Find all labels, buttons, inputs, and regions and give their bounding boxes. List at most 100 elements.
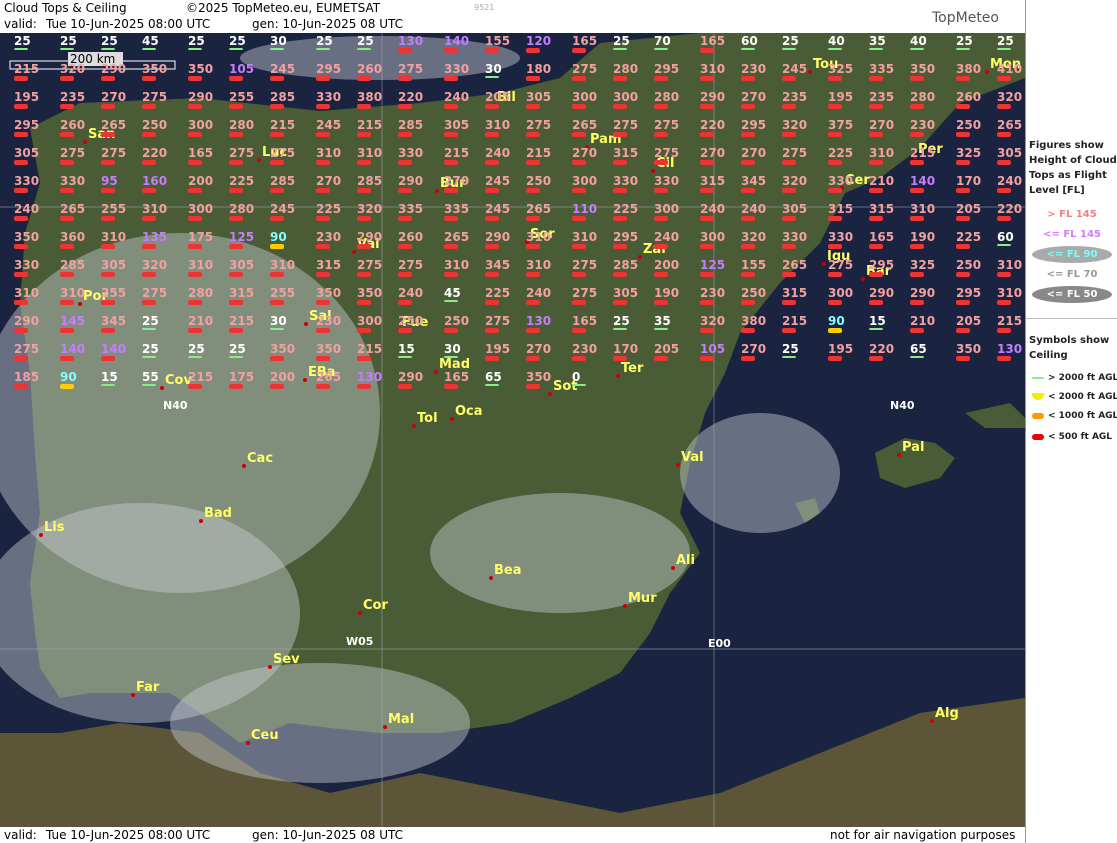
ceiling-symbol xyxy=(142,300,156,305)
ceiling-symbol xyxy=(14,272,28,277)
cloud-top-label: 270 xyxy=(741,342,766,356)
ceiling-symbol xyxy=(526,188,540,193)
ceiling-symbol xyxy=(444,328,458,333)
city-label: Far xyxy=(136,680,160,695)
cloud-top-label: 305 xyxy=(229,258,254,272)
ceiling-symbol xyxy=(357,104,371,109)
cloud-top-label: 275 xyxy=(14,342,39,356)
city-dot xyxy=(450,417,454,421)
cloud-top-label: 65 xyxy=(910,342,927,356)
ceiling-symbol xyxy=(188,300,202,305)
ceiling-symbol xyxy=(485,384,499,386)
ceiling-symbol xyxy=(572,188,586,193)
cloud-top-label: 60 xyxy=(741,34,758,48)
ceiling-symbol xyxy=(398,104,412,109)
legend-fl-3: <= FL 90 xyxy=(1032,246,1112,263)
ceiling-symbol xyxy=(444,356,458,358)
cloud-top-label: 210 xyxy=(188,314,213,328)
ceiling-symbol xyxy=(229,328,243,333)
cloud-top-label: 140 xyxy=(60,342,85,356)
ceiling-symbol xyxy=(910,132,924,137)
cloud-top-label: 195 xyxy=(828,90,853,104)
cloud-top-label: 0 xyxy=(572,370,580,384)
ceiling-symbol xyxy=(828,76,842,81)
cloud-top-label: 165 xyxy=(869,230,894,244)
cloud-top-label: 160 xyxy=(142,174,167,188)
cloud-top-label: 290 xyxy=(188,90,213,104)
cloud-top-label: 295 xyxy=(316,62,341,76)
cloud-top-label: 300 xyxy=(357,314,382,328)
ceiling-symbol xyxy=(956,272,970,277)
cloud-top-label: 275 xyxy=(572,258,597,272)
ceiling-symbol xyxy=(572,48,586,53)
cloud-top-label: 345 xyxy=(741,174,766,188)
cloud-top-label: 215 xyxy=(997,314,1022,328)
cloud-top-label: 275 xyxy=(60,146,85,160)
ceiling-symbol xyxy=(869,132,883,137)
cloud-top-label: 380 xyxy=(956,62,981,76)
ceiling-symbol xyxy=(910,188,924,193)
ceiling-symbol xyxy=(270,132,284,137)
ceiling-symbol xyxy=(782,300,796,305)
ceiling-symbol xyxy=(741,300,755,305)
ceiling-symbol xyxy=(741,76,755,81)
cloud-top-label: 125 xyxy=(229,230,254,244)
ceiling-symbol xyxy=(700,272,714,277)
legend-sym-1: > 2000 ft AGL xyxy=(1032,373,1117,383)
ceiling-symbol xyxy=(270,104,284,109)
cloud-top-label: 290 xyxy=(101,62,126,76)
cloud-top-label: 215 xyxy=(188,370,213,384)
valid-time: Tue 10-Jun-2025 08:00 UTC xyxy=(46,17,211,31)
cloud-top-label: 220 xyxy=(997,202,1022,216)
ceiling-symbol xyxy=(910,272,924,277)
city-dot xyxy=(303,378,307,382)
ceiling-symbol xyxy=(869,76,883,81)
ceiling-symbol xyxy=(398,328,412,333)
city-dot xyxy=(39,533,43,537)
city-label: Bea xyxy=(494,563,522,578)
cloud-top-label: 320 xyxy=(782,174,807,188)
cloud-top-label: 290 xyxy=(398,370,423,384)
cloud-top-label: 240 xyxy=(654,230,679,244)
city-label: Pal xyxy=(902,440,924,455)
cloud-top-label: 275 xyxy=(398,258,423,272)
ceiling-symbol xyxy=(101,48,115,50)
ceiling-symbol xyxy=(782,188,796,193)
ceiling-symbol xyxy=(997,216,1011,221)
cloud-top-label: 220 xyxy=(700,118,725,132)
cloud-top-label: 165 xyxy=(572,34,597,48)
cloud-top-label: 315 xyxy=(316,258,341,272)
cloud-top-label: 300 xyxy=(188,202,213,216)
cloud-top-label: 30 xyxy=(485,62,502,76)
ceiling-symbol xyxy=(229,188,243,193)
ceiling-symbol xyxy=(444,300,458,302)
cloud-top-label: 290 xyxy=(398,174,423,188)
cloud-top-label: 305 xyxy=(782,202,807,216)
ceiling-symbol xyxy=(14,48,28,50)
cloud-top-label: 330 xyxy=(60,174,85,188)
ceiling-symbol xyxy=(956,300,970,305)
ceiling-symbol xyxy=(357,160,371,165)
ceiling-symbol xyxy=(869,244,883,249)
cloud-top-label: 330 xyxy=(782,230,807,244)
cloud-top-label: 275 xyxy=(526,118,551,132)
ceiling-symbol xyxy=(60,76,74,81)
ceiling-symbol xyxy=(782,216,796,221)
cloud-top-label: 270 xyxy=(700,146,725,160)
ceiling-symbol xyxy=(485,132,499,137)
ceiling-symbol xyxy=(741,188,755,193)
ceiling-symbol xyxy=(613,104,627,109)
ceiling-symbol xyxy=(700,356,714,361)
cloud-top-label: 45 xyxy=(444,286,461,300)
ceiling-symbol xyxy=(572,356,586,361)
cloud-top-label: 295 xyxy=(956,286,981,300)
ceiling-symbol xyxy=(654,132,668,137)
cloud-top-label: 410 xyxy=(997,62,1022,76)
city-dot xyxy=(671,566,675,570)
cloud-top-label: 140 xyxy=(910,174,935,188)
cloud-top-label: 30 xyxy=(270,314,287,328)
cloud-top-label: 270 xyxy=(741,146,766,160)
ceiling-symbol xyxy=(444,132,458,137)
ceiling-symbol xyxy=(142,188,156,193)
ceiling-symbol xyxy=(444,244,458,249)
